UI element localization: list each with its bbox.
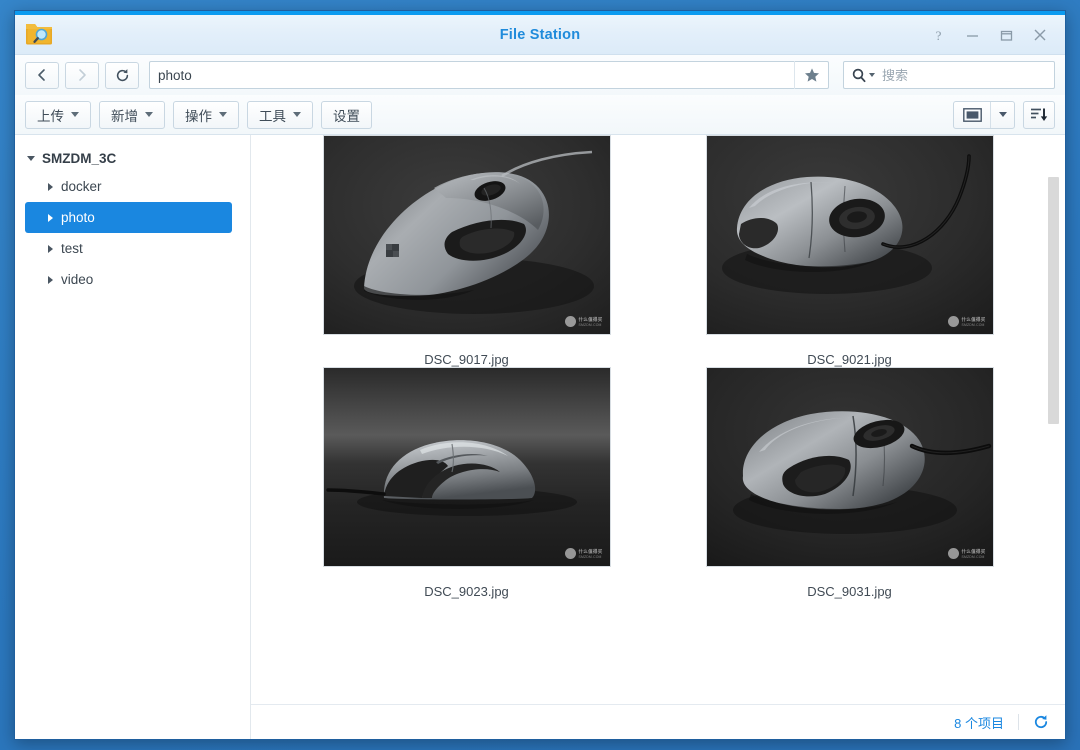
refresh-icon[interactable] (1019, 714, 1049, 730)
path-input[interactable] (150, 62, 794, 88)
file-name: DSC_9023.jpg (424, 584, 509, 599)
window-controls: ? (921, 15, 1057, 55)
chevron-right-icon[interactable] (48, 182, 53, 191)
settings-button-label: 设置 (333, 108, 360, 124)
back-button[interactable] (25, 61, 59, 89)
sidebar-item-label: docker (61, 179, 102, 194)
main-body: SMZDM_3C docker photo test video 什么值得买 S… (15, 135, 1065, 739)
search-scope-chevron-down-icon[interactable] (869, 73, 875, 77)
thumbnail-view-icon[interactable] (954, 102, 990, 128)
sidebar-item-label: video (61, 272, 94, 287)
sidebar-item-video[interactable]: video (25, 264, 232, 295)
sidebar-root-label: SMZDM_3C (42, 150, 117, 166)
sidebar-item-label: test (61, 241, 83, 256)
file-thumbnail[interactable]: 什么值得买 SMZDM.COM (705, 135, 994, 335)
sidebar-item-label: photo (61, 210, 95, 225)
settings-button[interactable]: 设置 (321, 100, 372, 129)
scrollbar-thumb[interactable] (1048, 177, 1059, 424)
file-item[interactable]: 什么值得买 SMZDM.COM DSC_9031.jpg (658, 367, 1041, 599)
file-grid: 什么值得买 SMZDM.COM DSC_9017.jpg 什么值得买 SMZDM… (251, 135, 1065, 599)
title-bar: File Station ? (15, 15, 1065, 55)
watermark-url: SMZDM.COM (578, 554, 602, 559)
chevron-right-icon[interactable] (48, 244, 53, 253)
mouse-photo-side-profile (323, 368, 610, 566)
chevron-down-icon (145, 112, 153, 117)
sidebar-item-root[interactable]: SMZDM_3C (15, 145, 250, 171)
upload-button-label: 上传 (37, 108, 64, 124)
chevron-down-icon[interactable] (27, 155, 35, 161)
folder-search-icon (24, 19, 54, 47)
file-browser-content: 什么值得买 SMZDM.COM DSC_9017.jpg 什么值得买 SMZDM… (251, 135, 1065, 739)
file-thumbnail[interactable]: 什么值得买 SMZDM.COM (322, 135, 611, 335)
minimize-button[interactable] (955, 19, 989, 51)
watermark-url: SMZDM.COM (961, 322, 985, 327)
navigation-bar (15, 55, 1065, 95)
file-name: DSC_9021.jpg (807, 352, 892, 367)
file-item[interactable]: 什么值得买 SMZDM.COM DSC_9023.jpg (275, 367, 658, 599)
search-input[interactable] (880, 62, 1060, 88)
file-name: DSC_9031.jpg (807, 584, 892, 599)
create-button-label: 新增 (111, 108, 138, 124)
file-station-window: File Station ? photo 搜索 上传 新增 操作 工具 设置 S… (14, 10, 1066, 740)
view-mode-group[interactable] (953, 100, 1015, 129)
action-button[interactable]: 操作 (173, 100, 239, 129)
watermark-url: SMZDM.COM (578, 322, 602, 327)
chevron-down-icon (71, 112, 79, 117)
toolbar: 上传 新增 操作 工具 设置 (15, 95, 1065, 135)
watermark-logo-icon (947, 548, 959, 559)
watermark-logo-icon (564, 548, 576, 559)
status-bar: 8 个项目 (251, 704, 1065, 739)
file-item[interactable]: 什么值得买 SMZDM.COM DSC_9017.jpg (275, 135, 658, 367)
vertical-scrollbar[interactable] (1048, 135, 1059, 704)
sort-descending-icon[interactable] (1023, 100, 1055, 129)
sidebar-item-test[interactable]: test (25, 233, 232, 264)
window-title: File Station (499, 26, 581, 43)
mouse-photo-top-angle (706, 136, 993, 334)
watermark-logo-icon (947, 316, 959, 327)
chevron-right-icon[interactable] (48, 275, 53, 284)
action-button-label: 操作 (185, 108, 212, 124)
mouse-photo-rear-angle (706, 368, 993, 566)
file-item[interactable]: 什么值得买 SMZDM.COM DSC_9021.jpg (658, 135, 1041, 367)
search-box[interactable] (843, 61, 1060, 89)
upload-button[interactable]: 上传 (25, 100, 91, 129)
close-button[interactable] (1023, 19, 1057, 51)
item-count-label: 8 个项目 (954, 715, 1004, 731)
file-name: DSC_9017.jpg (424, 352, 509, 367)
watermark: 什么值得买 SMZDM.COM (947, 548, 986, 559)
star-icon[interactable] (794, 61, 828, 89)
chevron-right-icon[interactable] (48, 213, 53, 222)
path-bar[interactable] (149, 61, 829, 89)
file-thumbnail[interactable]: 什么值得买 SMZDM.COM (322, 367, 611, 567)
help-button[interactable]: ? (921, 19, 955, 51)
search-icon (852, 68, 866, 83)
sidebar-tree: SMZDM_3C docker photo test video (15, 135, 251, 739)
file-grid-scroll-area[interactable]: 什么值得买 SMZDM.COM DSC_9017.jpg 什么值得买 SMZDM… (251, 135, 1065, 704)
watermark-logo-icon (564, 316, 576, 327)
sidebar-item-photo[interactable]: photo (25, 202, 232, 233)
view-mode-chevron-down-icon[interactable] (990, 101, 1014, 128)
watermark: 什么值得买 SMZDM.COM (564, 548, 603, 559)
file-thumbnail[interactable]: 什么值得买 SMZDM.COM (705, 367, 994, 567)
tools-button-label: 工具 (259, 108, 286, 124)
mouse-photo-front-angle (323, 136, 610, 334)
refresh-button[interactable] (105, 61, 139, 89)
svg-text:?: ? (935, 28, 941, 42)
chevron-down-icon (219, 112, 227, 117)
tools-button[interactable]: 工具 (247, 100, 313, 129)
toolbar-right-group (953, 100, 1055, 129)
sidebar-item-docker[interactable]: docker (25, 171, 232, 202)
create-button[interactable]: 新增 (99, 100, 165, 129)
watermark: 什么值得买 SMZDM.COM (564, 316, 603, 327)
watermark-url: SMZDM.COM (961, 554, 985, 559)
forward-button[interactable] (65, 61, 99, 89)
maximize-button[interactable] (989, 19, 1023, 51)
watermark: 什么值得买 SMZDM.COM (947, 316, 986, 327)
chevron-down-icon (293, 112, 301, 117)
